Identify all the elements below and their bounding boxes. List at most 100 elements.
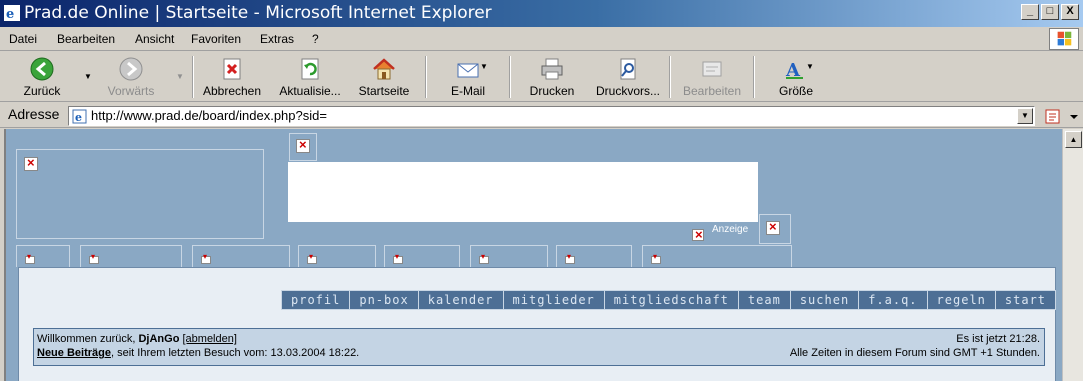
nav-link-start[interactable]: start [995, 290, 1057, 310]
last-visit-text: , seit Ihrem letzten Besuch vom: 13.03.2… [110, 347, 360, 359]
address-dropdown-icon[interactable]: ▼ [1017, 108, 1033, 124]
window-title: Prad.de Online | Startseite - Microsoft … [24, 3, 492, 23]
mail-icon [457, 63, 479, 78]
vertical-scrollbar[interactable]: ▲ [1062, 129, 1083, 381]
title-bar: e Prad.de Online | Startseite - Microsof… [0, 0, 1083, 27]
address-label: Adresse [8, 106, 60, 122]
forward-dropdown-icon: ▼ [176, 72, 184, 81]
stop-button[interactable]: Abbrechen [198, 54, 266, 100]
broken-image-icon [24, 155, 38, 171]
toolbar-separator [425, 56, 427, 98]
print-button[interactable]: Drucken [524, 54, 580, 100]
nav-link-regeln[interactable]: regeln [927, 290, 996, 310]
refresh-label: Aktualisie... [279, 84, 341, 98]
menu-bar: Datei Bearbeiten Ansicht Favoriten Extra… [0, 27, 1083, 51]
toolbar-separator [509, 56, 511, 98]
back-dropdown-icon[interactable]: ▼ [84, 72, 92, 81]
menu-help[interactable]: ? [312, 32, 319, 46]
edit-button: Bearbeiten [678, 54, 746, 100]
ie-logo-icon: e [4, 5, 20, 21]
logout-link[interactable]: [abmelden] [182, 333, 236, 345]
forward-button: Vorwärts [100, 54, 162, 100]
refresh-button[interactable]: Aktualisie... [272, 54, 348, 100]
nav-tab-image[interactable] [384, 245, 460, 267]
printer-icon [541, 58, 563, 80]
new-posts-link[interactable]: Neue Beiträge [37, 347, 111, 359]
logo-frame [16, 149, 264, 239]
nav-link-team[interactable]: team [738, 290, 791, 310]
nav-link-mitgliedschaft[interactable]: mitgliedschaft [604, 290, 739, 310]
username: DjAnGo [138, 333, 180, 345]
nav-tab-image[interactable] [80, 245, 182, 267]
nav-tab-image[interactable] [556, 245, 632, 267]
nav-link-pn-box[interactable]: pn-box [350, 290, 419, 310]
toolbar: Zurück ▼ Vorwärts ▼ Abbrechen Aktualisie… [0, 52, 1083, 102]
menu-favoriten[interactable]: Favoriten [191, 32, 241, 46]
mail-dropdown-icon[interactable]: ▼ [480, 62, 488, 71]
ad-label: Anzeige [712, 224, 749, 235]
toolbar-separator [192, 56, 194, 98]
menu-bearbeiten[interactable]: Bearbeiten [57, 32, 115, 46]
minimize-button[interactable]: _ [1021, 4, 1039, 20]
svg-text:e: e [6, 7, 14, 21]
text-size-dropdown-icon[interactable]: ▼ [806, 62, 814, 71]
broken-image-icon [296, 137, 310, 153]
nav-link-faq[interactable]: f.a.q. [859, 290, 928, 310]
browser-window: e Prad.de Online | Startseite - Microsof… [0, 0, 1083, 381]
home-label: Startseite [358, 84, 410, 98]
window-controls: _ □ X [1021, 4, 1079, 20]
print-label: Drucken [529, 84, 575, 98]
back-arrow-icon [30, 57, 54, 81]
nav-link-profil[interactable]: profil [281, 290, 351, 310]
address-field[interactable]: e http://www.prad.de/board/index.php?sid… [68, 106, 1035, 126]
print-preview-icon [620, 58, 636, 80]
menu-datei[interactable]: Datei [9, 32, 37, 46]
current-time: Es ist jetzt 21:28. [956, 333, 1040, 345]
close-button[interactable]: X [1061, 4, 1079, 20]
maximize-button[interactable]: □ [1041, 4, 1059, 20]
address-url[interactable]: http://www.prad.de/board/index.php?sid= [91, 108, 327, 123]
mail-button[interactable]: E-Mail [440, 54, 496, 100]
nav-link-kalender[interactable]: kalender [418, 290, 504, 310]
ad-banner[interactable] [288, 162, 758, 222]
nav-tab-image[interactable] [192, 245, 290, 267]
broken-image-icon [565, 252, 575, 264]
home-button[interactable]: Startseite [352, 54, 416, 100]
welcome-box: Willkommen zurück, DjAnGo [abmelden] Neu… [33, 328, 1045, 366]
menu-extras[interactable]: Extras [260, 32, 294, 46]
scroll-up-arrow-icon[interactable]: ▲ [1065, 131, 1082, 148]
menu-ansicht[interactable]: Ansicht [135, 32, 174, 46]
refresh-icon [301, 58, 319, 80]
broken-image-icon [651, 252, 661, 264]
nav-tab-image[interactable] [642, 245, 792, 267]
forward-arrow-icon [119, 57, 143, 81]
svg-text:e: e [75, 111, 82, 124]
welcome-left: Willkommen zurück, DjAnGo [abmelden] Neu… [37, 332, 359, 360]
welcome-greeting: Willkommen zurück, [37, 333, 136, 345]
broken-image-icon [307, 252, 317, 264]
mail-label: E-Mail [450, 84, 485, 98]
address-bar: Adresse e http://www.prad.de/board/index… [0, 103, 1083, 128]
forward-label: Vorwärts [107, 84, 155, 98]
timezone-note: Alle Zeiten in diesem Forum sind GMT +1 … [789, 347, 1040, 359]
home-icon [373, 58, 395, 80]
print-preview-label: Druckvors... [595, 84, 660, 98]
nav-link-suchen[interactable]: suchen [790, 290, 860, 310]
text-size-label: Größe [778, 84, 813, 98]
print-preview-button[interactable]: Druckvors... [590, 54, 666, 100]
back-label: Zurück [23, 84, 61, 98]
broken-image-icon [393, 252, 403, 264]
nav-tab-image[interactable] [298, 245, 376, 267]
back-button[interactable]: Zurück [14, 54, 70, 100]
text-size-button[interactable]: A Größe [770, 54, 822, 100]
nav-tab-image[interactable] [470, 245, 548, 267]
nav-tab-image[interactable] [16, 245, 70, 267]
welcome-right: Es ist jetzt 21:28. Alle Zeiten in diese… [790, 332, 1040, 360]
links-toolbar-icon[interactable] [1044, 107, 1080, 126]
broken-image-icon [766, 219, 780, 235]
forum-main-panel: profil pn-box kalender mitglieder mitgli… [18, 267, 1057, 381]
nav-link-mitglieder[interactable]: mitglieder [503, 290, 605, 310]
broken-image-icon [201, 252, 211, 264]
edit-label: Bearbeiten [682, 84, 742, 98]
toolbar-separator [669, 56, 671, 98]
